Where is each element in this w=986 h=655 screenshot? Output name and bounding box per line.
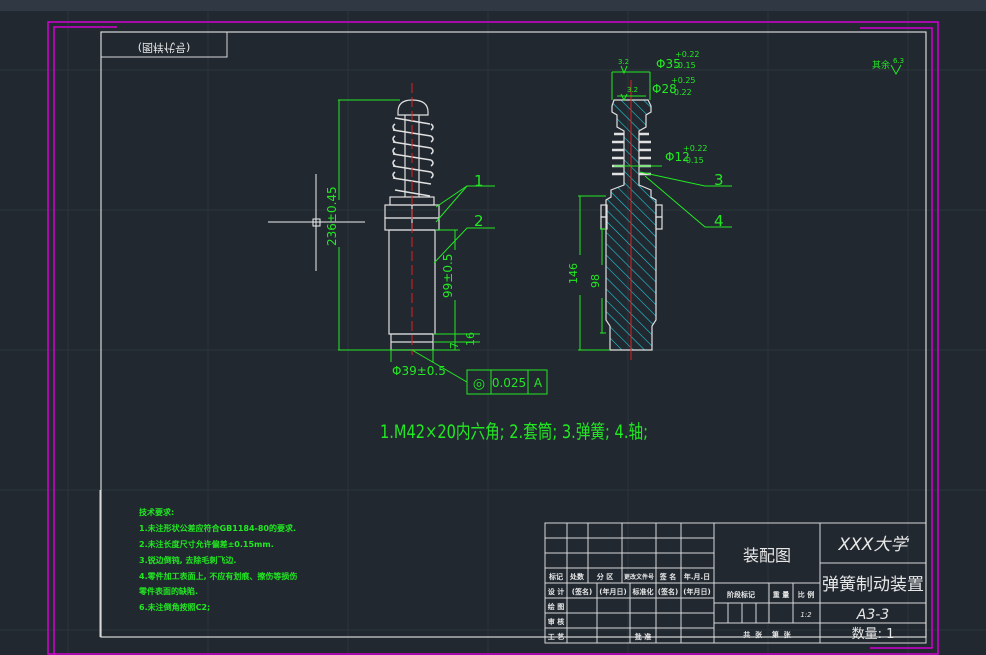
product-name: 弹簧制动装置 <box>822 575 924 595</box>
svg-text:(年月日): (年月日) <box>683 587 710 596</box>
svg-text:年.月.日: 年.月.日 <box>684 572 710 581</box>
dim-d35-lower: -0.15 <box>675 61 696 70</box>
tolerance-value: 0.025 <box>492 376 526 390</box>
tech-req-title: 技术要求: <box>139 507 174 517</box>
parts-list: 1.M42×20内六角; 2.套筒; 3.弹簧; 4.轴; <box>380 421 648 443</box>
concentricity-icon: ◎ <box>473 376 485 392</box>
svg-text:工 艺: 工 艺 <box>548 632 564 641</box>
svg-text:共 张 第 张: 共 张 第 张 <box>743 630 791 639</box>
svg-text:签 名: 签 名 <box>659 572 676 581</box>
technical-requirements: 技术要求: 1.未注形状公差应符合GB1184-80的要求. 2.未注长度尺寸允… <box>138 507 297 612</box>
dim-d12-lower: -0.15 <box>683 156 704 165</box>
quantity: 数量: 1 <box>852 627 895 642</box>
svg-text:(签名): (签名) <box>572 587 592 596</box>
svg-text:绘 图: 绘 图 <box>548 602 564 611</box>
balloon-1: 1 <box>474 172 484 190</box>
svg-text:(签名): (签名) <box>658 587 678 596</box>
drawing-name: 装配图 <box>743 546 791 565</box>
dim-16: 16 <box>464 332 477 346</box>
dim-98: 98 <box>589 274 602 288</box>
datum-label: A <box>534 376 543 390</box>
cad-canvas[interactable]: (图样代号) 其余 6.3 236±0.45 99±0.5 7 16 Φ39±0 <box>0 0 986 655</box>
svg-text:分 区: 分 区 <box>597 572 613 581</box>
dim-146: 146 <box>567 263 580 284</box>
svg-text:标准化: 标准化 <box>632 587 654 596</box>
dim-7: 7 <box>448 342 461 349</box>
dim-d28-lower: -0.22 <box>671 88 692 97</box>
tech-req-item: 3.锐边倒钝, 去除毛刺飞边. <box>139 555 236 565</box>
cursor-crosshair <box>268 174 365 271</box>
rough-2: 3.2 <box>627 86 638 94</box>
balloon-2: 2 <box>474 212 484 230</box>
dim-body: 99±0.5 <box>441 254 455 298</box>
svg-text:(年月日): (年月日) <box>599 587 626 596</box>
svg-text:标记: 标记 <box>548 572 563 581</box>
svg-text:重 量: 重 量 <box>773 590 789 599</box>
dim-total: 236±0.45 <box>325 186 339 246</box>
dim-d12-upper: +0.22 <box>683 144 708 153</box>
tech-req-item: 零件表面的缺陷. <box>138 586 198 596</box>
svg-text:批 准: 批 准 <box>635 632 651 641</box>
drawing-code: (图样代号) <box>138 41 191 55</box>
balloon-3: 3 <box>714 171 724 189</box>
roughness-other-label: 其余 <box>872 59 890 71</box>
tech-req-item: 6.未注倒角按照C2; <box>139 602 210 612</box>
drawing-number: A3-3 <box>856 607 889 623</box>
dim-diameter: Φ39±0.5 <box>392 364 446 378</box>
tech-req-item: 2.未注长度尺寸允许偏差±0.15mm. <box>139 539 274 549</box>
tech-req-item: 1.未注形状公差应符合GB1184-80的要求. <box>139 523 296 533</box>
svg-text:设 计: 设 计 <box>548 587 564 596</box>
tech-req-item: 4.零件加工表面上, 不应有划痕、擦伤等损伤 <box>139 571 297 581</box>
school-name: XXX大学 <box>838 535 910 555</box>
svg-text:比 例: 比 例 <box>798 590 814 599</box>
balloon-4: 4 <box>714 212 724 230</box>
dim-d35-upper: +0.22 <box>675 50 700 59</box>
svg-text:处数: 处数 <box>569 572 585 581</box>
dim-d28-upper: +0.25 <box>671 76 696 85</box>
svg-text:审 核: 审 核 <box>548 617 564 626</box>
rough-1: 3.2 <box>618 58 629 66</box>
roughness-other-value: 6.3 <box>893 57 904 65</box>
svg-text:更改文件号: 更改文件号 <box>624 573 654 581</box>
svg-text:阶段标记: 阶段标记 <box>727 590 755 599</box>
svg-text:1:2: 1:2 <box>800 611 812 619</box>
